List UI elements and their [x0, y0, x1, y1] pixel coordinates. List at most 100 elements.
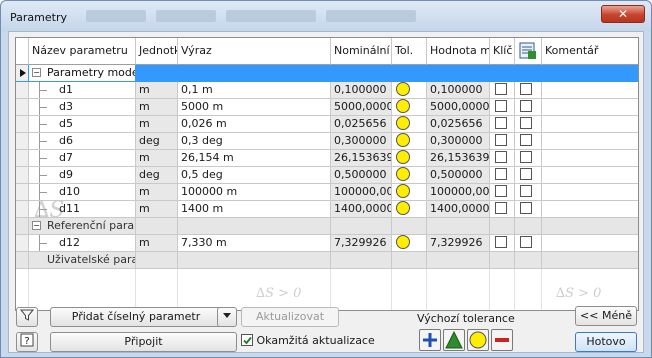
export-checkbox[interactable]	[520, 151, 532, 163]
immediate-update-checkbox-row[interactable]: Okamžitá aktualizace	[241, 333, 375, 349]
less-button[interactable]: << Méně	[575, 306, 637, 326]
tolerance-cell[interactable]	[392, 133, 427, 150]
column-header-export[interactable]	[515, 38, 542, 65]
row-selector[interactable]	[16, 201, 29, 218]
export-cell[interactable]	[515, 184, 542, 201]
tolerance-upper-button[interactable]	[419, 329, 441, 351]
parameter-name-cell[interactable]: d6	[29, 133, 136, 150]
parameter-row[interactable]: d7 m 26,154 m 26,153639 26,153639	[16, 150, 638, 167]
key-cell[interactable]	[490, 235, 515, 252]
tolerance-nominal-icon[interactable]	[396, 116, 410, 130]
parameter-row[interactable]: d5 m 0,026 m 0,025656 0,025656	[16, 116, 638, 133]
key-checkbox[interactable]	[495, 134, 507, 146]
export-cell[interactable]	[515, 82, 542, 99]
tolerance-nominal-icon[interactable]	[396, 133, 410, 147]
key-cell[interactable]	[490, 150, 515, 167]
export-checkbox[interactable]	[520, 185, 532, 197]
tolerance-cell[interactable]	[392, 167, 427, 184]
comment-cell[interactable]	[542, 184, 638, 201]
collapse-icon[interactable]: −	[32, 221, 41, 230]
column-header-name[interactable]: Název parametru	[29, 38, 136, 65]
parameter-expr-cell[interactable]: 1400 m	[178, 201, 331, 218]
row-selector[interactable]	[16, 252, 29, 269]
key-checkbox[interactable]	[495, 202, 507, 214]
comment-cell[interactable]	[542, 82, 638, 99]
row-selector[interactable]	[16, 65, 29, 82]
tolerance-nominal-icon[interactable]	[396, 99, 410, 113]
row-selector[interactable]	[16, 133, 29, 150]
row-selector[interactable]	[16, 235, 29, 252]
tolerance-cell[interactable]	[392, 99, 427, 116]
tolerance-nominal-icon[interactable]	[396, 82, 410, 96]
row-selector[interactable]	[16, 184, 29, 201]
parameter-expr-cell[interactable]: 5000 m	[178, 99, 331, 116]
add-parameter-dropdown[interactable]	[217, 307, 237, 327]
tolerance-nominal-icon[interactable]	[396, 167, 410, 181]
tolerance-cell[interactable]	[392, 201, 427, 218]
key-checkbox[interactable]	[495, 168, 507, 180]
parameter-row[interactable]: d6 deg 0,3 deg 0,300000 0,300000	[16, 133, 638, 150]
row-selector[interactable]	[16, 82, 29, 99]
parameter-expr-cell[interactable]: 0,026 m	[178, 116, 331, 133]
parameter-name-cell[interactable]: d12	[29, 235, 136, 252]
row-selector[interactable]	[16, 116, 29, 133]
tolerance-cell[interactable]	[392, 184, 427, 201]
comment-cell[interactable]	[542, 99, 638, 116]
comment-cell[interactable]	[542, 167, 638, 184]
tolerance-nominal-button[interactable]	[467, 329, 489, 351]
parameter-row[interactable]: d3 m 5000 m 5000,000000 5000,000000	[16, 99, 638, 116]
export-cell[interactable]	[515, 150, 542, 167]
column-header-nominal[interactable]: Nominální hc	[331, 38, 392, 65]
parameter-name-cell[interactable]: d5	[29, 116, 136, 133]
parameter-row[interactable]: d11 m 1400 m 1400,000000 1400,000000	[16, 201, 638, 218]
parameter-expr-cell[interactable]: 26,154 m	[178, 150, 331, 167]
attach-button[interactable]: Připojit	[50, 332, 237, 352]
group-row[interactable]: Uživatelské para...	[16, 252, 638, 269]
export-cell[interactable]	[515, 167, 542, 184]
help-button[interactable]: ?	[16, 332, 38, 352]
tolerance-cell[interactable]	[392, 82, 427, 99]
parameter-expr-cell[interactable]: 0,3 deg	[178, 133, 331, 150]
parameter-name-cell[interactable]: d1	[29, 82, 136, 99]
parameter-expr-cell[interactable]: 7,330 m	[178, 235, 331, 252]
key-checkbox[interactable]	[495, 100, 507, 112]
key-checkbox[interactable]	[495, 236, 507, 248]
key-checkbox[interactable]	[495, 151, 507, 163]
row-selector[interactable]	[16, 99, 29, 116]
column-header-unit[interactable]: Jednotk	[136, 38, 178, 65]
tolerance-nominal-icon[interactable]	[396, 184, 410, 198]
tolerance-nominal-icon[interactable]	[396, 235, 410, 249]
title-bar[interactable]: Parametry ✕	[1, 1, 651, 31]
done-button[interactable]: Hotovo	[575, 332, 637, 352]
parameter-expr-cell[interactable]: 100000 m	[178, 184, 331, 201]
key-cell[interactable]	[490, 99, 515, 116]
export-cell[interactable]	[515, 235, 542, 252]
parameter-expr-cell[interactable]: 0,1 m	[178, 82, 331, 99]
row-selector[interactable]	[16, 218, 29, 235]
group-row[interactable]: −Referenční param...	[16, 218, 638, 235]
tolerance-median-button[interactable]	[443, 329, 465, 351]
parameter-expr-cell[interactable]: 0,5 deg	[178, 167, 331, 184]
export-cell[interactable]	[515, 201, 542, 218]
key-cell[interactable]	[490, 82, 515, 99]
parameter-row[interactable]: d10 m 100000 m 100000,00... 100000,00...	[16, 184, 638, 201]
group-name-cell[interactable]: −Referenční param...	[29, 218, 136, 235]
immediate-update-checkbox[interactable]	[241, 334, 253, 346]
export-checkbox[interactable]	[520, 168, 532, 180]
key-cell[interactable]	[490, 201, 515, 218]
export-cell[interactable]	[515, 133, 542, 150]
parameters-table[interactable]: ∆S ∆S > 0 ∆S > 0 Název parametruJednotkV…	[15, 37, 639, 311]
filter-button[interactable]	[16, 307, 38, 327]
tolerance-nominal-icon[interactable]	[396, 150, 410, 164]
comment-cell[interactable]	[542, 201, 638, 218]
parameter-row[interactable]: d12 m 7,330 m 7,329926 7,329926	[16, 235, 638, 252]
column-header-model-value[interactable]: Hodnota mo	[427, 38, 490, 65]
key-cell[interactable]	[490, 184, 515, 201]
column-header-comment[interactable]: Komentář	[542, 38, 638, 65]
group-name-cell[interactable]: Uživatelské para...	[29, 252, 136, 269]
parameter-row[interactable]: d9 deg 0,5 deg 0,500000 0,500000	[16, 167, 638, 184]
tolerance-cell[interactable]	[392, 150, 427, 167]
key-cell[interactable]	[490, 167, 515, 184]
export-cell[interactable]	[515, 99, 542, 116]
export-checkbox[interactable]	[520, 202, 532, 214]
